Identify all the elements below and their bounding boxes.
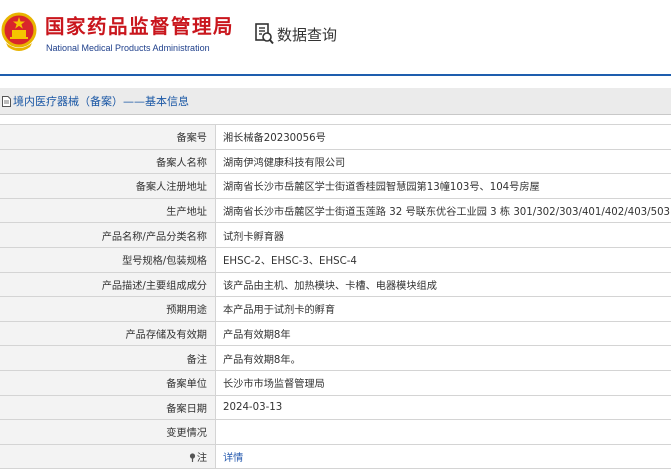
table-row: 备案人名称 湖南伊鸿健康科技有限公司 [0,149,671,174]
table-row: 变更情况 [0,420,671,445]
field-value: 详情 [216,444,671,469]
pin-icon [189,453,196,462]
site-header: 国家药品监督管理局 National Medical Products Admi… [0,0,671,74]
table-row: 生产地址 湖南省长沙市岳麓区学士街道玉莲路 32 号联东优谷工业园 3 栋 30… [0,198,671,223]
field-value: 该产品由主机、加热模块、卡槽、电器模块组成 [216,272,671,297]
field-value: 产品有效期8年 [216,321,671,346]
table-row: 备案人注册地址 湖南省长沙市岳麓区学士街道香桂园智慧园第13幢103号、104号… [0,174,671,199]
note-label: 注 [197,453,207,464]
field-label: 预期用途 [0,297,216,322]
field-value: 试剂卡孵育器 [216,223,671,248]
table-row: 注 详情 [0,444,671,469]
field-label: 备案单位 [0,370,216,395]
field-label: 产品存储及有效期 [0,321,216,346]
data-query-link[interactable]: 数据查询 [254,22,337,46]
field-value: 2024-03-13 [216,395,671,420]
agency-name-cn[interactable]: 国家药品监督管理局 [45,14,234,40]
field-label: 产品描述/主要组成成分 [0,272,216,297]
data-query-label: 数据查询 [277,24,337,45]
field-label: 备案日期 [0,395,216,420]
details-link[interactable]: 详情 [223,453,243,464]
table-row: 备案单位 长沙市市场监督管理局 [0,370,671,395]
table-row: 预期用途 本产品用于试剂卡的孵育 [0,297,671,322]
field-value: 湖南伊鸿健康科技有限公司 [216,149,671,174]
field-value: 湖南省长沙市岳麓区学士街道香桂园智慧园第13幢103号、104号房屋 [216,174,671,199]
table-row: 备案日期 2024-03-13 [0,395,671,420]
field-label: 产品名称/产品分类名称 [0,223,216,248]
table-row: 型号规格/包装规格 EHSC-2、EHSC-3、EHSC-4 [0,247,671,272]
section-title: 境内医疗器械（备案）——基本信息 [13,93,189,109]
field-value: 产品有效期8年。 [216,346,671,371]
field-label: 备注 [0,346,216,371]
field-value: 湘长械备20230056号 [216,125,671,150]
table-row: 产品名称/产品分类名称 试剂卡孵育器 [0,223,671,248]
field-value: 本产品用于试剂卡的孵育 [216,297,671,322]
national-emblem-icon [0,9,38,55]
detail-table: 备案号 湘长械备20230056号 备案人名称 湖南伊鸿健康科技有限公司 备案人… [0,124,671,469]
field-label: 备案人注册地址 [0,174,216,199]
agency-name-en[interactable]: National Medical Products Administration [46,42,210,54]
table-row: 产品存储及有效期 产品有效期8年 [0,321,671,346]
table-row: 备注 产品有效期8年。 [0,346,671,371]
field-value [216,420,671,445]
field-label: 生产地址 [0,198,216,223]
field-label: 备案号 [0,125,216,150]
field-value: 湖南省长沙市岳麓区学士街道玉莲路 32 号联东优谷工业园 3 栋 301/302… [216,198,671,223]
field-label-note: 注 [0,444,216,469]
field-label: 变更情况 [0,420,216,445]
field-value: EHSC-2、EHSC-3、EHSC-4 [216,247,671,272]
field-label: 型号规格/包装规格 [0,247,216,272]
field-label: 备案人名称 [0,149,216,174]
section-header: 境内医疗器械（备案）——基本信息 [0,88,671,115]
header-divider [0,74,671,76]
table-row: 产品描述/主要组成成分 该产品由主机、加热模块、卡槽、电器模块组成 [0,272,671,297]
document-icon [2,96,11,107]
document-search-icon [254,23,274,45]
field-value: 长沙市市场监督管理局 [216,370,671,395]
table-row: 备案号 湘长械备20230056号 [0,125,671,150]
